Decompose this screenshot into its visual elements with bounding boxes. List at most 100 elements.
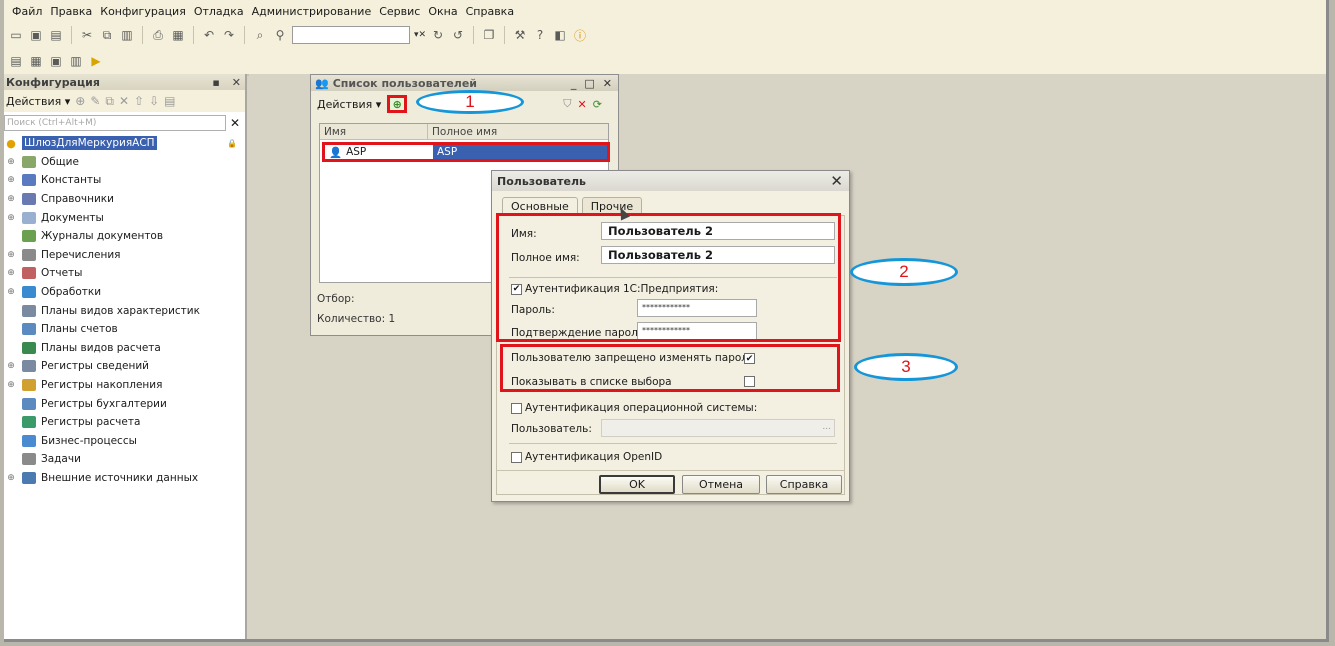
close-icon[interactable]: ✕ xyxy=(603,77,612,90)
open-folder-icon[interactable]: ▣ xyxy=(28,27,44,43)
tree-item[interactable]: ⊕ Перечисления xyxy=(4,246,245,265)
move-up-icon[interactable]: ⇧ xyxy=(134,94,144,108)
expand-icon[interactable]: ⊕ xyxy=(6,380,16,390)
copy-icon[interactable]: ⧉ xyxy=(105,94,114,109)
combo-dropdown-icon[interactable]: ▾✕ xyxy=(414,30,426,40)
open-config-icon[interactable]: ▤ xyxy=(8,53,24,69)
expand-icon[interactable]: ⊕ xyxy=(6,213,16,223)
tree-item[interactable]: ⊕ Отчеты xyxy=(4,264,245,283)
find-next-icon[interactable]: ↻ xyxy=(430,27,446,43)
expand-icon[interactable]: ⊕ xyxy=(6,268,16,278)
openid-checkbox-row[interactable]: Аутентификация OpenID xyxy=(511,451,662,463)
tree-item-label: Регистры накопления xyxy=(41,379,163,392)
save-icon[interactable]: ▤ xyxy=(48,27,64,43)
menu-debug[interactable]: Отладка xyxy=(194,5,244,18)
run-debug-icon[interactable]: ▶ xyxy=(88,53,104,69)
tree-item[interactable]: ⊕ Документы xyxy=(4,208,245,227)
expand-icon[interactable]: ⊕ xyxy=(6,250,16,260)
os-auth-checkbox[interactable] xyxy=(511,402,522,414)
delete-icon[interactable]: ✕ xyxy=(119,94,129,108)
menu-help[interactable]: Справка xyxy=(466,5,514,18)
menu-administration[interactable]: Администрирование xyxy=(252,5,372,18)
expand-icon[interactable]: ⊕ xyxy=(6,157,16,167)
syntax-helper-icon[interactable]: ⚒ xyxy=(512,27,528,43)
dialog-icon[interactable]: ◧ xyxy=(552,27,568,43)
find-icon[interactable]: ⌕ xyxy=(252,27,268,43)
tree-item[interactable]: Планы видов характеристик xyxy=(4,301,245,320)
menu-edit[interactable]: Правка xyxy=(50,5,92,18)
refresh-icon[interactable]: ⟳ xyxy=(593,98,602,111)
sort-icon[interactable]: ▤ xyxy=(164,94,175,108)
add-icon[interactable]: ⊕ xyxy=(75,94,85,108)
search-combo[interactable] xyxy=(292,26,410,44)
undo-icon[interactable]: ↶ xyxy=(201,27,217,43)
db-config-icon[interactable]: ▦ xyxy=(28,53,44,69)
edit-icon[interactable]: ✎ xyxy=(90,94,100,108)
print-icon[interactable]: ⎙ xyxy=(150,27,166,43)
copy-icon[interactable]: ⧉ xyxy=(99,27,115,43)
clear-filter-icon[interactable]: ✕ xyxy=(578,98,587,111)
openid-checkbox[interactable] xyxy=(511,451,522,463)
tree-item[interactable]: Регистры бухгалтерии xyxy=(4,394,245,413)
paste-icon[interactable]: ▥ xyxy=(119,27,135,43)
configuration-search-input[interactable]: Поиск (Ctrl+Alt+M) xyxy=(4,115,226,131)
close-icon[interactable]: ✕ xyxy=(830,172,843,190)
col-name-header[interactable]: Имя xyxy=(320,124,428,139)
move-down-icon[interactable]: ⇩ xyxy=(149,94,159,108)
maximize-icon[interactable]: □ xyxy=(584,77,594,90)
tree-item-icon xyxy=(22,304,36,317)
os-auth-checkbox-row[interactable]: Аутентификация операционной системы: xyxy=(511,402,757,414)
preview-icon[interactable]: ▦ xyxy=(170,27,186,43)
tree-item[interactable]: ⊕ Обработки xyxy=(4,283,245,302)
tree-item[interactable]: Регистры расчета xyxy=(4,413,245,432)
select-user-icon[interactable]: ... xyxy=(822,422,831,432)
tree-item[interactable]: Бизнес-процессы xyxy=(4,432,245,451)
clear-search-icon[interactable]: ✕ xyxy=(230,116,240,130)
table-row[interactable]: 👤 ASP ASP xyxy=(322,142,610,162)
close-icon[interactable]: ✕ xyxy=(232,76,241,89)
os-user-label: Пользователь: xyxy=(511,423,592,435)
tree-item[interactable]: Журналы документов xyxy=(4,227,245,246)
compare-icon[interactable]: ▥ xyxy=(68,53,84,69)
menu-service[interactable]: Сервис xyxy=(379,5,420,18)
update-db-icon[interactable]: ▣ xyxy=(48,53,64,69)
tree-item[interactable]: ⊕ Общие xyxy=(4,153,245,172)
expand-icon[interactable]: ⊕ xyxy=(6,473,16,483)
tree-item[interactable]: ⊕ Справочники xyxy=(4,190,245,209)
os-user-field[interactable]: ... xyxy=(601,419,835,437)
tree-item[interactable]: Задачи xyxy=(4,450,245,469)
tree-item[interactable]: ⊕ Константы xyxy=(4,171,245,190)
tree-item[interactable]: Планы счетов xyxy=(4,320,245,339)
tree-item[interactable]: ⊕ Регистры сведений xyxy=(4,357,245,376)
expand-icon[interactable]: ⊕ xyxy=(6,287,16,297)
info-icon[interactable]: ⓘ xyxy=(572,27,588,43)
help-contents-icon[interactable]: ? xyxy=(532,27,548,43)
cut-icon[interactable]: ✂ xyxy=(79,27,95,43)
expand-icon[interactable]: ⊕ xyxy=(6,175,16,185)
minimize-icon[interactable]: _ xyxy=(571,77,577,90)
menu-windows[interactable]: Окна xyxy=(428,5,457,18)
find-prev-icon[interactable]: ↺ xyxy=(450,27,466,43)
add-user-button[interactable]: ⊕ xyxy=(387,95,408,113)
pin-icon[interactable]: ▪ xyxy=(212,76,219,89)
tree-item-label: Константы xyxy=(41,174,102,187)
windows-icon[interactable]: ❐ xyxy=(481,27,497,43)
filter-icon[interactable]: ⛉ xyxy=(563,97,571,111)
tree-root[interactable]: ● ШлюзДляМеркурияАСП 🔒 xyxy=(4,134,245,153)
redo-icon[interactable]: ↷ xyxy=(221,27,237,43)
help-button[interactable]: Справка xyxy=(766,475,842,494)
ok-button[interactable]: OK xyxy=(599,475,675,494)
cancel-button[interactable]: Отмена xyxy=(682,475,760,494)
menu-file[interactable]: Файл xyxy=(12,5,42,18)
tree-item[interactable]: ⊕ Внешние источники данных xyxy=(4,469,245,488)
search-icon[interactable]: ⚲ xyxy=(272,27,288,43)
actions-menu[interactable]: Действия ▾ xyxy=(6,95,70,108)
new-document-icon[interactable]: ▭ xyxy=(8,27,24,43)
menu-configuration[interactable]: Конфигурация xyxy=(100,5,186,18)
expand-icon[interactable]: ⊕ xyxy=(6,361,16,371)
col-full-name-header[interactable]: Полное имя xyxy=(428,124,497,139)
users-actions-menu[interactable]: Действия ▾ xyxy=(317,98,381,111)
tree-item[interactable]: Планы видов расчета xyxy=(4,339,245,358)
expand-icon[interactable]: ⊕ xyxy=(6,194,16,204)
tree-item[interactable]: ⊕ Регистры накопления xyxy=(4,376,245,395)
